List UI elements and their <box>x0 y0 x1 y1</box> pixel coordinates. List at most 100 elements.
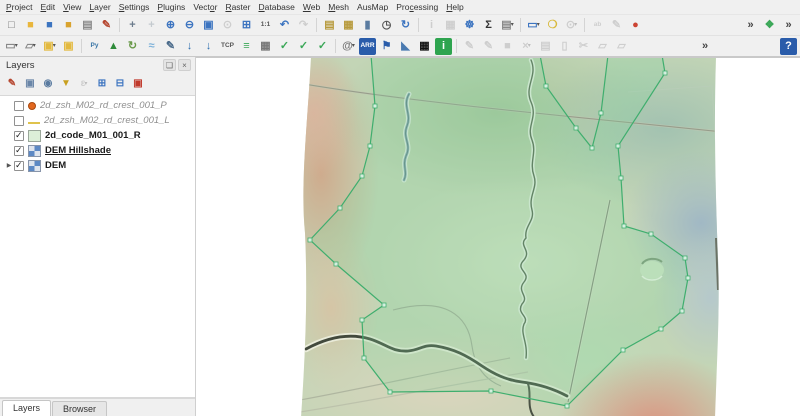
layer-checkbox[interactable] <box>14 116 24 126</box>
bookmark-zoom-icon[interactable]: ⊙▾ <box>563 17 580 34</box>
menu-item-raster[interactable]: Raster <box>221 1 254 13</box>
statistical-summary-icon[interactable]: ▤▾ <box>499 17 516 34</box>
menu-item-ausmap[interactable]: AusMap <box>353 1 392 13</box>
menu-item-help[interactable]: Help <box>442 1 467 13</box>
project-properties-icon[interactable]: ▤ <box>79 17 96 34</box>
pin-labels-icon[interactable]: ✎ <box>608 17 625 34</box>
float-panel-button[interactable]: ❏ <box>163 59 176 71</box>
mesh-plugin-icon[interactable]: ▲ <box>105 38 122 55</box>
open-project-icon[interactable]: ■ <box>22 17 39 34</box>
expand-all-icon[interactable]: ⊞ <box>94 76 110 92</box>
layer-checkbox[interactable] <box>14 131 24 141</box>
arr-plugin-icon[interactable]: ARR <box>359 38 376 55</box>
temporal-controller-icon[interactable]: ◷ <box>378 17 395 34</box>
deselect-features-icon[interactable]: ▱▾ <box>22 38 39 55</box>
options-gear-icon[interactable]: ☸ <box>461 17 478 34</box>
menu-item-view[interactable]: View <box>59 1 85 13</box>
add-layers-icon[interactable]: ❖ <box>761 17 778 34</box>
menu-item-vector[interactable]: Vector <box>189 1 221 13</box>
close-panel-button[interactable]: × <box>178 59 191 71</box>
zoom-in-icon[interactable]: ⊕ <box>162 17 179 34</box>
dark-panel-plugin-icon[interactable]: ▦ <box>416 38 433 55</box>
menu-item-mesh[interactable]: Mesh <box>324 1 353 13</box>
layer-item-2[interactable]: 2d_code_M01_001_R <box>0 128 195 143</box>
flag-plugin-icon[interactable]: ⚑ <box>378 38 395 55</box>
pan-map-icon[interactable]: + <box>124 17 141 34</box>
digitize-shield-icon[interactable]: ✎ <box>162 38 179 55</box>
add-group-icon[interactable]: ▣ <box>22 76 38 92</box>
zoom-to-selection-icon[interactable]: ⊙ <box>219 17 236 34</box>
raster-image-tool-icon[interactable]: ▦ <box>257 38 274 55</box>
toolbar-overflow-1-icon[interactable]: » <box>742 17 759 34</box>
layer-checkbox[interactable] <box>14 161 24 171</box>
filter-legend-icon[interactable]: ▼ <box>58 76 74 92</box>
attachment-tool-icon[interactable]: @▾ <box>340 38 357 55</box>
current-edits-icon[interactable]: ✎ <box>461 38 478 55</box>
check-plugin-a-icon[interactable]: ✓ <box>276 38 293 55</box>
import-layer-icon[interactable]: ↓ <box>200 38 217 55</box>
zoom-out-icon[interactable]: ⊖ <box>181 17 198 34</box>
map-tips-icon[interactable]: ❍ <box>544 17 561 34</box>
layer-checkbox[interactable] <box>14 101 24 111</box>
layer-labeling-icon[interactable]: ● <box>627 17 644 34</box>
zoom-last-icon[interactable]: ↶ <box>276 17 293 34</box>
map-canvas[interactable] <box>196 58 799 416</box>
select-features-icon[interactable]: ▭▾ <box>3 38 20 55</box>
menu-item-edit[interactable]: Edit <box>36 1 59 13</box>
toolbar-overflow-2-icon[interactable]: » <box>697 38 714 55</box>
help-contents-icon[interactable]: ? <box>780 38 797 55</box>
toolbar-overflow-1b-icon[interactable]: » <box>780 17 797 34</box>
tab-layers[interactable]: Layers <box>2 400 51 416</box>
legend-items-icon[interactable]: ≡ <box>238 38 255 55</box>
menu-item-project[interactable]: Project <box>2 1 36 13</box>
menu-item-processing[interactable]: Processing <box>392 1 442 13</box>
vertex-tool-icon[interactable]: ×▾ <box>518 38 535 55</box>
layer-item-0[interactable]: 2d_zsh_M02_rd_crest_001_P <box>0 98 195 113</box>
layout-manager-icon[interactable]: ▦ <box>340 17 357 34</box>
open-layer-styling-icon[interactable]: ✎ <box>4 76 20 92</box>
raster-calc-icon[interactable]: ◣ <box>397 38 414 55</box>
zoom-full-extent-icon[interactable]: ▣ <box>200 17 217 34</box>
new-report-icon[interactable]: ▮ <box>359 17 376 34</box>
modify-attributes-icon[interactable]: ▤ <box>537 38 554 55</box>
collapse-all-icon[interactable]: ⊟ <box>112 76 128 92</box>
zoom-to-layer-icon[interactable]: ⊞ <box>238 17 255 34</box>
cut-features-icon[interactable]: ✂ <box>575 38 592 55</box>
tab-browser[interactable]: Browser <box>52 401 107 416</box>
statistics-sum-icon[interactable]: Σ <box>480 17 497 34</box>
remove-layer-icon[interactable]: ▣ <box>130 76 146 92</box>
menu-item-plugins[interactable]: Plugins <box>153 1 189 13</box>
layer-item-1[interactable]: 2d_zsh_M02_rd_crest_001_L <box>0 113 195 128</box>
identify-features-icon[interactable]: i <box>423 17 440 34</box>
menu-item-layer[interactable]: Layer <box>85 1 114 13</box>
check-plugin-q-icon[interactable]: ✓ <box>295 38 312 55</box>
layer-checkbox[interactable] <box>14 146 24 156</box>
water-plugin-icon[interactable]: ≈ <box>143 38 160 55</box>
download-layer-icon[interactable]: ↓ <box>181 38 198 55</box>
tcp-plugin-icon[interactable]: TCP <box>219 38 236 55</box>
refresh-map-icon[interactable]: ↻ <box>397 17 414 34</box>
layer-item-3[interactable]: DEM Hillshade <box>0 143 195 158</box>
menu-item-database[interactable]: Database <box>254 1 298 13</box>
zoom-next-icon[interactable]: ↷ <box>295 17 312 34</box>
select-by-value-icon[interactable]: ▣ <box>60 38 77 55</box>
open-attribute-table-icon[interactable]: ▦ <box>442 17 459 34</box>
reload-plugin-icon[interactable]: ↻ <box>124 38 141 55</box>
menu-item-settings[interactable]: Settings <box>115 1 154 13</box>
new-print-layout-icon[interactable]: ▤ <box>321 17 338 34</box>
copy-features-icon[interactable]: ▱ <box>594 38 611 55</box>
save-project-as-icon[interactable]: ■ <box>60 17 77 34</box>
select-by-form-icon[interactable]: ▣▾ <box>41 38 58 55</box>
pan-to-selection-icon[interactable]: + <box>143 17 160 34</box>
delete-selected-icon[interactable]: ▯ <box>556 38 573 55</box>
new-project-icon[interactable]: □ <box>3 17 20 34</box>
layer-item-4[interactable]: ▶DEM <box>0 158 195 173</box>
paste-features-icon[interactable]: ▱ <box>613 38 630 55</box>
check-plugin-1-icon[interactable]: ✓ <box>314 38 331 55</box>
measure-tool-icon[interactable]: ▭▾ <box>525 17 542 34</box>
manage-map-themes-icon[interactable]: ◉ <box>40 76 56 92</box>
filter-by-expression-icon[interactable]: ε▾ <box>76 76 92 92</box>
menu-item-web[interactable]: Web <box>299 1 324 13</box>
identify-info-icon[interactable]: i <box>435 38 452 55</box>
expander-icon[interactable]: ▶ <box>4 162 14 169</box>
